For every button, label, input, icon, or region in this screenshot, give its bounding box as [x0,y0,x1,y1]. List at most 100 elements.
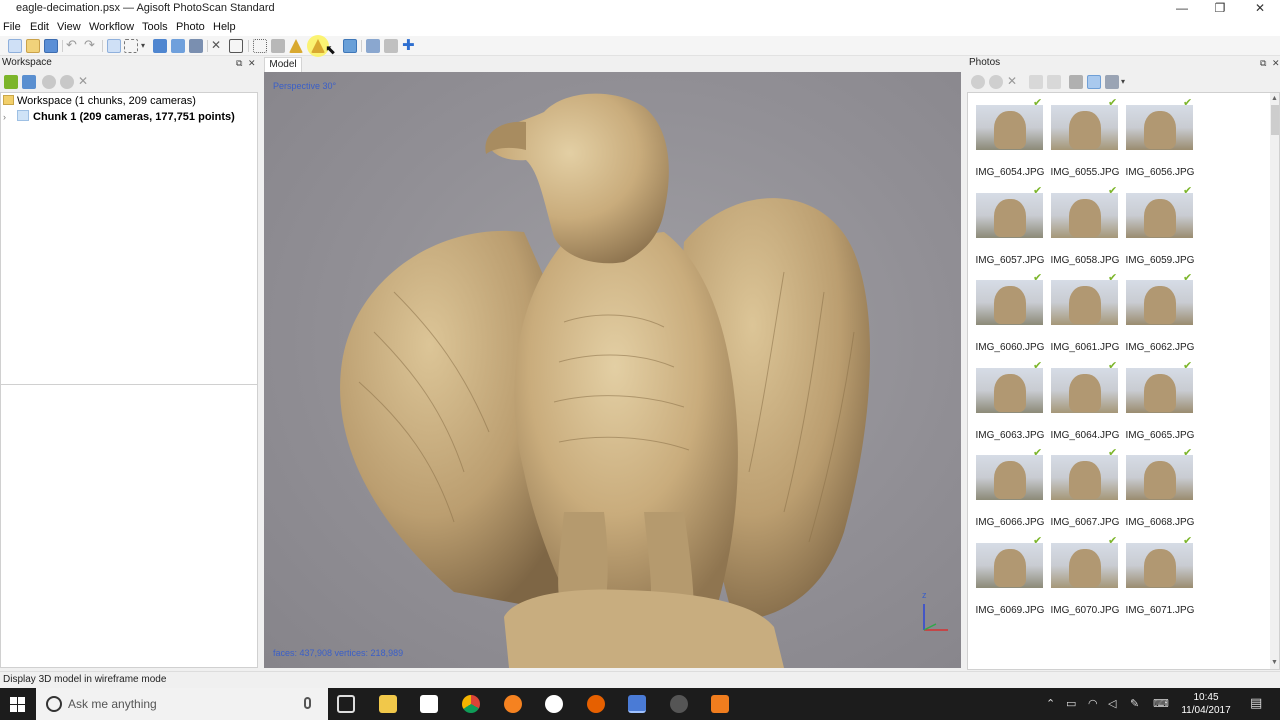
add-photos-icon[interactable] [22,75,36,89]
open-project-icon[interactable] [26,39,40,53]
clock[interactable]: 10:45 11/04/2017 [1178,691,1234,717]
photo-thumbnail[interactable]: ✔ IMG_6068.JPG [1126,447,1201,537]
photo-thumbnail[interactable]: ✔ IMG_6058.JPG [1051,185,1126,275]
search-box[interactable]: Ask me anything [36,688,328,720]
view-dropdown-icon[interactable]: ▾ [1121,75,1129,89]
dense-cloud-icon[interactable] [271,39,285,53]
tree-chunk[interactable]: › Chunk 1 (209 cameras, 177,751 points) [3,110,235,123]
resize-region-icon[interactable] [189,39,203,53]
details-view-icon[interactable] [1087,75,1101,89]
photo-thumbnail[interactable]: ✔ IMG_6054.JPG [976,97,1051,187]
model-viewport[interactable]: Perspective 30° z faces: 437,908 vertice… [264,72,961,668]
task-view-icon[interactable] [337,695,355,713]
scroll-down-icon[interactable]: ▼ [1271,659,1278,666]
menu-photo[interactable]: Photo [176,21,205,33]
maximize-button[interactable]: ❐ [1201,0,1239,18]
wifi-icon[interactable]: ◠ [1088,697,1098,710]
navigation-icon[interactable] [107,39,121,53]
menu-help[interactable]: Help [213,21,236,33]
panel-close-icon[interactable]: ✕ [1272,56,1280,70]
menu-workflow[interactable]: Workflow [89,21,134,33]
chrome-icon[interactable] [462,695,480,713]
store-icon[interactable] [420,695,438,713]
microphone-icon[interactable] [304,697,311,709]
minimize-button[interactable]: — [1163,0,1201,18]
firefox-icon[interactable] [587,695,605,713]
mask-icon[interactable] [1069,75,1083,89]
disable-icon[interactable] [60,75,74,89]
photo-thumbnail[interactable]: ✔ IMG_6057.JPG [976,185,1051,275]
photo-thumbnail[interactable]: ✔ IMG_6060.JPG [976,272,1051,362]
enable-camera-icon[interactable] [971,75,985,89]
steam-icon[interactable] [545,695,563,713]
crop-selection-icon[interactable] [229,39,243,53]
recording-app-icon[interactable] [711,695,729,713]
tree-root[interactable]: Workspace (1 chunks, 209 cameras) [3,95,196,107]
photo-thumbnail[interactable]: ✔ IMG_6071.JPG [1126,535,1201,625]
photo-filename: IMG_6070.JPG [1050,604,1120,616]
rectangle-selection-icon[interactable] [124,39,138,53]
rotate-right-icon[interactable] [1047,75,1061,89]
photoscan-taskbar-icon[interactable] [628,695,646,713]
move-object-icon[interactable] [153,39,167,53]
thumbnail-view-icon[interactable] [1105,75,1119,89]
photo-thumbnail[interactable]: ✔ IMG_6061.JPG [1051,272,1126,362]
status-bar: Display 3D model in wireframe mode [0,671,1280,688]
remove-camera-icon[interactable]: ✕ [1007,75,1021,89]
redo-icon[interactable]: ↷ [84,38,98,53]
keyboard-icon[interactable]: ⌨ [1153,697,1169,710]
windows-start-icon[interactable] [10,697,25,712]
photo-thumbnail[interactable]: ✔ IMG_6066.JPG [976,447,1051,537]
cortana-icon [46,696,62,712]
photo-thumbnail[interactable]: ✔ IMG_6056.JPG [1126,97,1201,187]
save-icon[interactable] [44,39,58,53]
photo-thumbnail[interactable]: ✔ IMG_6067.JPG [1051,447,1126,537]
disable-camera-icon[interactable] [989,75,1003,89]
new-project-icon[interactable] [8,39,22,53]
reset-view-icon[interactable]: ✚ [402,38,416,53]
show-region-icon[interactable] [384,39,398,53]
photo-image [1051,542,1118,588]
file-explorer-icon[interactable] [379,695,397,713]
delete-selection-icon[interactable]: ✕ [211,39,225,53]
battery-icon[interactable]: ▭ [1066,697,1076,710]
point-cloud-icon[interactable] [253,39,267,53]
menu-edit[interactable]: Edit [30,21,49,33]
panel-close-icon[interactable]: ✕ [248,56,256,70]
photo-thumbnail[interactable]: ✔ IMG_6070.JPG [1051,535,1126,625]
photo-thumbnail[interactable]: ✔ IMG_6064.JPG [1051,360,1126,450]
shaded-model-icon[interactable] [289,39,303,53]
photo-thumbnail[interactable]: ✔ IMG_6055.JPG [1051,97,1126,187]
menu-file[interactable]: File [3,21,21,33]
photo-thumbnail[interactable]: ✔ IMG_6059.JPG [1126,185,1201,275]
photo-thumbnail[interactable]: ✔ IMG_6062.JPG [1126,272,1201,362]
tray-expand-icon[interactable]: ⌃ [1046,697,1055,710]
blender-icon[interactable] [504,695,522,713]
menu-view[interactable]: View [57,21,81,33]
selection-dropdown-icon[interactable]: ▾ [141,39,149,53]
show-cameras-icon[interactable] [366,39,380,53]
expand-arrow-icon[interactable]: › [3,112,13,122]
undock-icon[interactable]: ⧉ [1260,56,1266,70]
photo-thumbnail[interactable]: ✔ IMG_6063.JPG [976,360,1051,450]
textured-model-icon[interactable] [343,39,357,53]
app-icon[interactable] [670,695,688,713]
scroll-thumb[interactable] [1271,105,1279,135]
enable-icon[interactable] [42,75,56,89]
add-chunk-icon[interactable] [4,75,18,89]
menu-tools[interactable]: Tools [142,21,168,33]
undo-icon[interactable]: ↶ [66,38,80,53]
rotate-object-icon[interactable] [171,39,185,53]
rotate-left-icon[interactable] [1029,75,1043,89]
close-button[interactable]: ✕ [1241,0,1279,18]
undock-icon[interactable]: ⧉ [236,56,242,70]
photo-thumbnail[interactable]: ✔ IMG_6069.JPG [976,535,1051,625]
photos-scrollbar[interactable]: ▲ ▼ [1270,93,1279,669]
notifications-icon[interactable]: ▤ [1250,695,1262,711]
remove-icon[interactable]: ✕ [78,75,92,89]
scroll-up-icon[interactable]: ▲ [1271,95,1278,102]
photo-thumbnail[interactable]: ✔ IMG_6065.JPG [1126,360,1201,450]
tab-model[interactable]: Model [264,57,302,72]
pen-icon[interactable]: ✎ [1130,697,1139,710]
volume-icon[interactable]: ◁ [1108,697,1116,710]
